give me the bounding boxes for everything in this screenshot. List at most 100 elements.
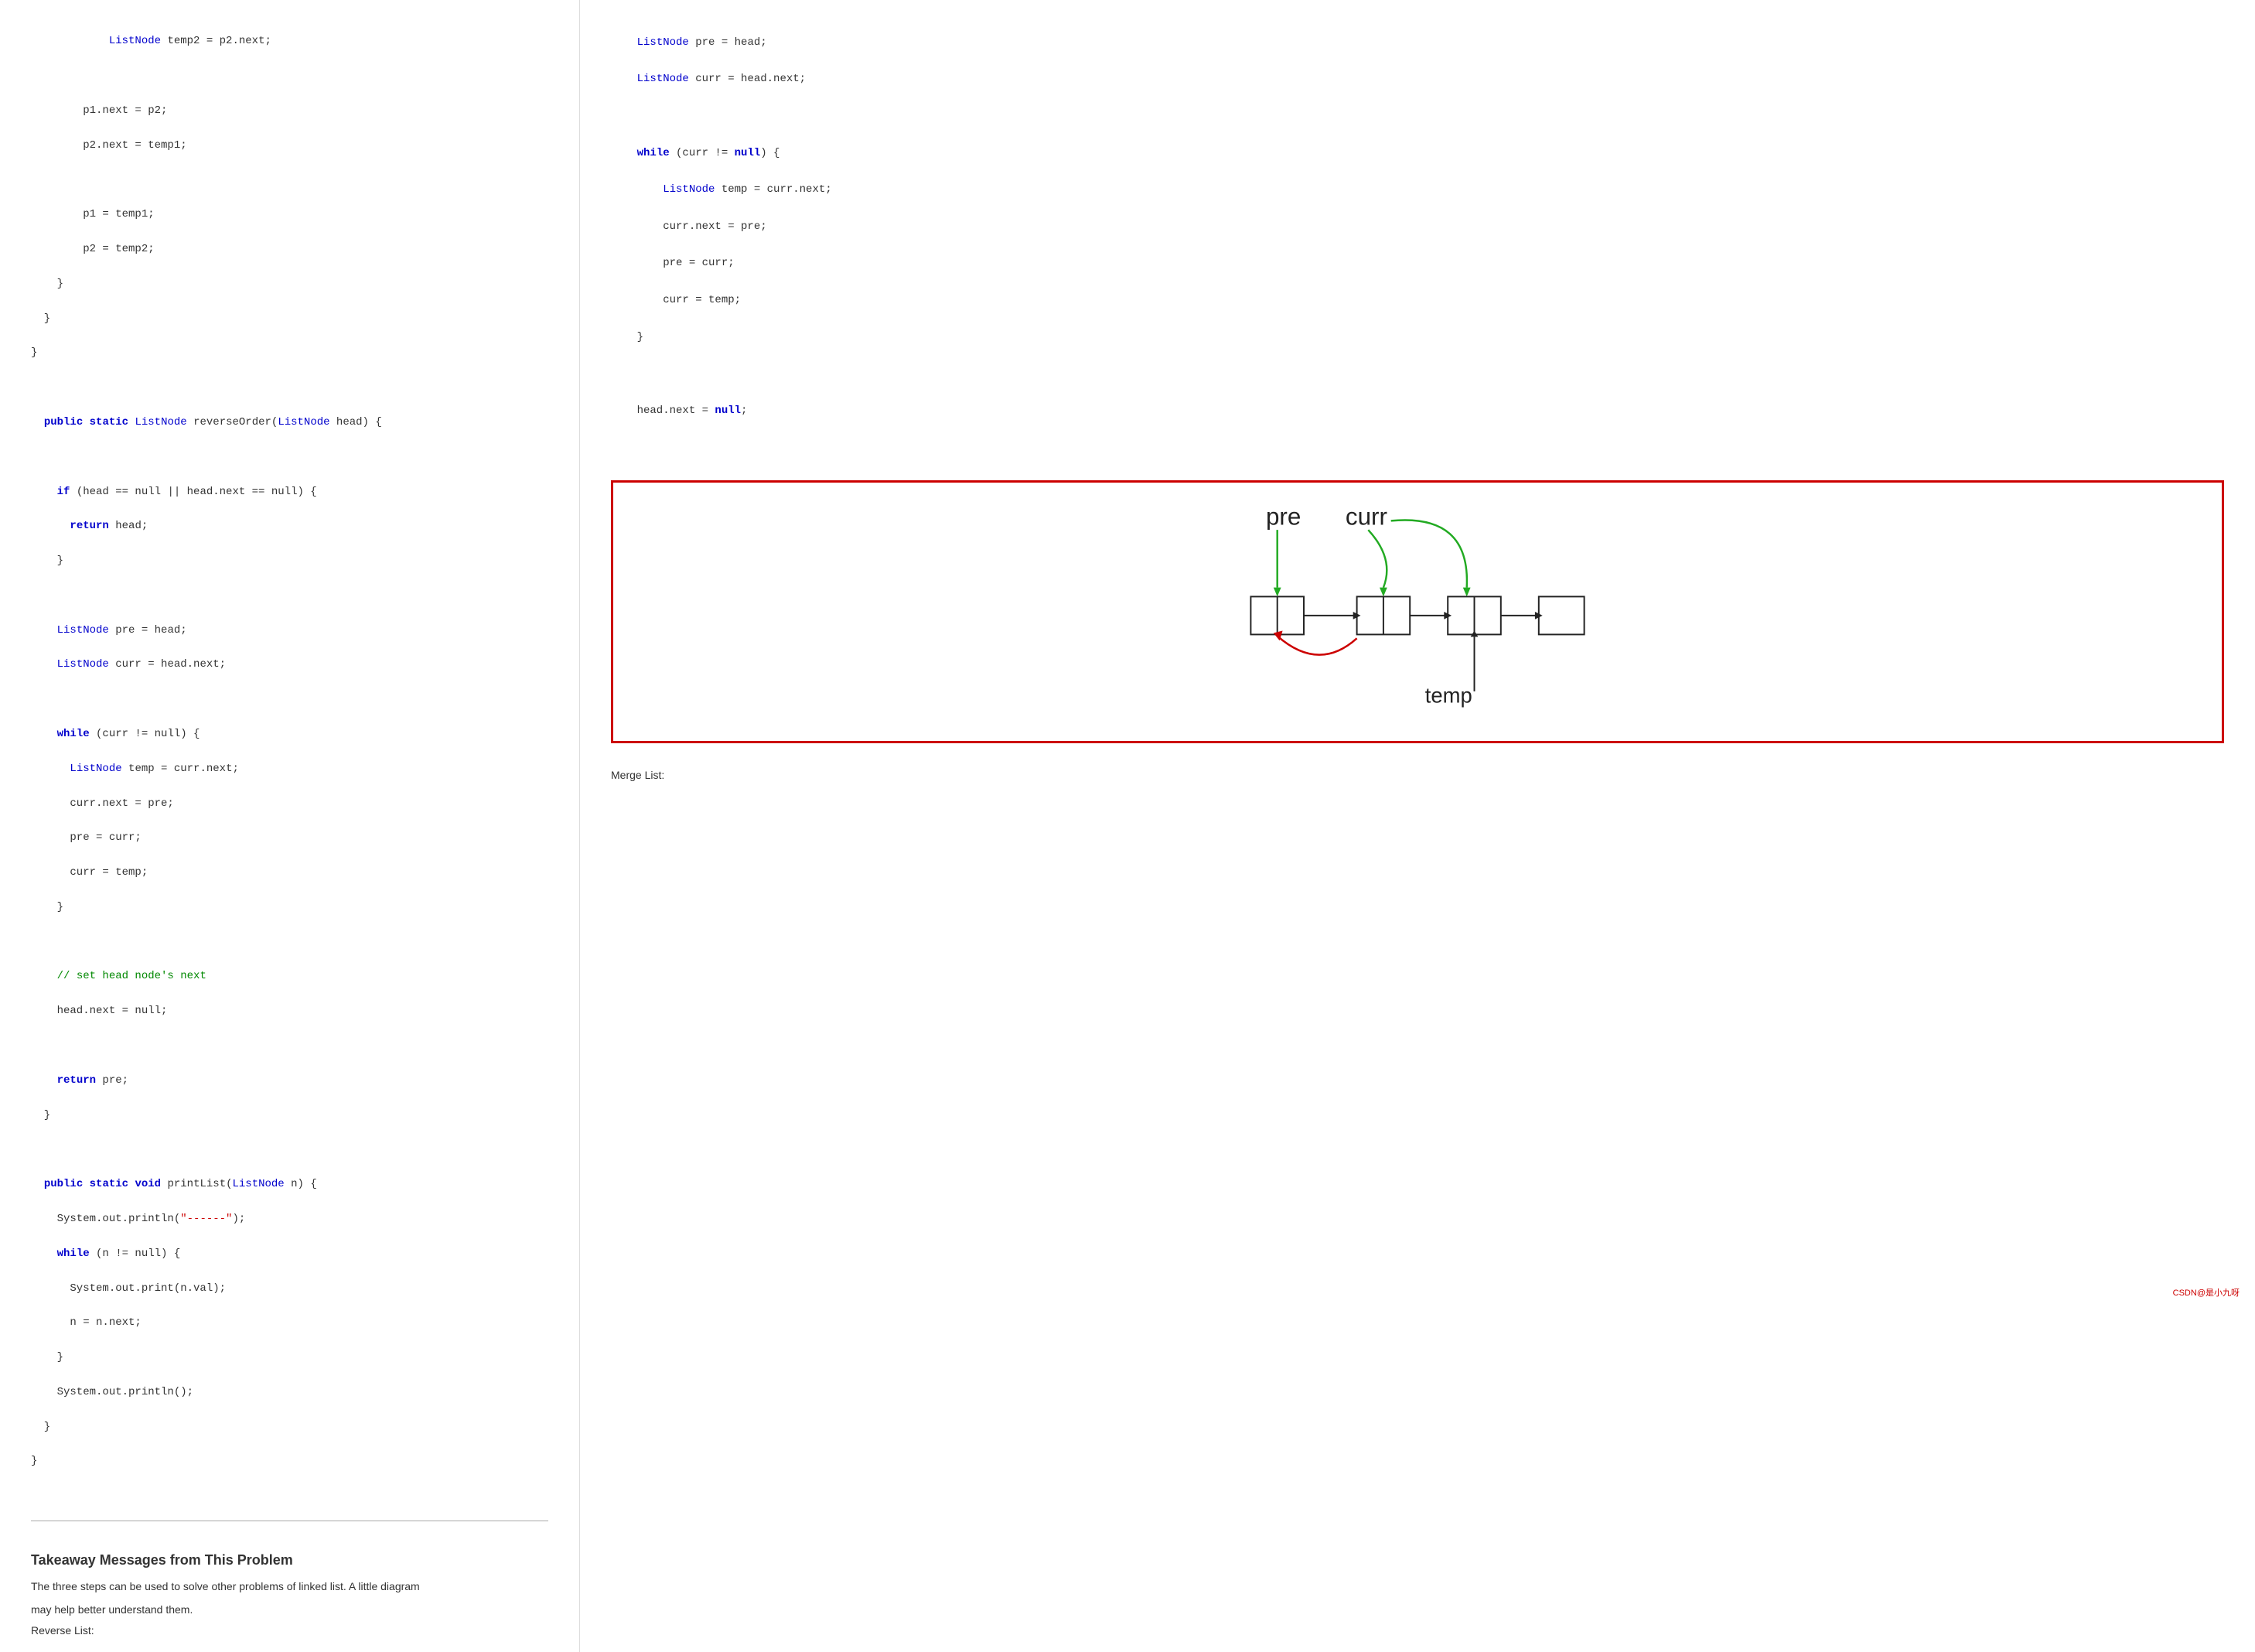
watermark: CSDN@是小九呀 — [2173, 1286, 2240, 1299]
code-line: curr = temp; — [611, 292, 2224, 310]
code-line — [31, 934, 548, 951]
code-line: } — [31, 1107, 548, 1124]
temp-label: temp — [1425, 684, 1472, 708]
code-line: p2.next = temp1; — [31, 137, 548, 154]
code-line: } — [611, 329, 2224, 347]
code-line: pre = curr; — [611, 254, 2224, 273]
code-line — [31, 587, 548, 604]
keyword: return — [70, 520, 108, 532]
code-line: ListNode temp = curr.next; — [611, 181, 2224, 200]
code-line: } — [31, 1349, 548, 1366]
code-line: } — [31, 275, 548, 292]
code-line — [611, 365, 2224, 384]
code-line: } — [31, 552, 548, 569]
keyword: return — [57, 1074, 96, 1087]
code-line: n = n.next; — [31, 1314, 548, 1331]
node4-rect — [1539, 597, 1585, 635]
type-keyword: ListNode — [663, 183, 715, 196]
code-line: while (n != null) { — [31, 1245, 548, 1262]
keyword: public — [44, 1178, 83, 1190]
keyword-while: while — [637, 147, 670, 159]
code-line: ListNode pre = head; — [31, 622, 548, 639]
merge-list-label: Merge List: — [611, 769, 664, 781]
code-line: pre = curr; — [31, 829, 548, 846]
green-curve-2 — [1391, 521, 1467, 588]
type-keyword: ListNode — [278, 416, 329, 428]
curr-arrow-head — [1380, 588, 1387, 597]
code-line: curr.next = pre; — [611, 218, 2224, 237]
section-text-2: may help better understand them. — [31, 1601, 548, 1618]
pre-label: pre — [1266, 503, 1301, 530]
null-keyword: null — [715, 404, 741, 417]
code-line: p1 = temp1; — [31, 206, 548, 223]
type-keyword: ListNode — [637, 36, 689, 49]
code-line: while (curr != null) { — [611, 145, 2224, 163]
code-line: p2 = temp2; — [31, 241, 548, 258]
code-line: // set head node's next — [31, 968, 548, 985]
right-code-block: ListNode pre = head; ListNode curr = hea… — [580, 0, 2255, 473]
code-line: public static ListNode reverseOrder(List… — [31, 414, 548, 431]
pre-arrow-head — [1274, 588, 1281, 597]
code-line: curr = temp; — [31, 864, 548, 881]
keyword: static — [90, 416, 128, 428]
keyword: void — [135, 1178, 161, 1190]
subsection-label: Reverse List: — [31, 1624, 548, 1637]
code-line: } — [31, 1418, 548, 1435]
code-line: } — [31, 344, 548, 361]
code-line: head.next = null; — [611, 402, 2224, 421]
code-line: p1.next = p2; — [31, 102, 548, 119]
section-text: The three steps can be used to solve oth… — [31, 1578, 548, 1595]
code-line — [31, 1141, 548, 1158]
type-keyword: ListNode — [109, 35, 161, 47]
type-keyword: ListNode — [135, 416, 186, 428]
keyword: if — [57, 486, 70, 498]
keyword: static — [90, 1178, 128, 1190]
code-line: } — [31, 899, 548, 916]
code-line: return head; — [31, 517, 548, 534]
comment: // set head node's next — [57, 970, 206, 982]
keyword-while: while — [57, 1248, 90, 1260]
code-line — [31, 1037, 548, 1054]
green-curve-2-head — [1463, 588, 1471, 597]
code-line: ListNode temp2 = p2.next; — [31, 32, 548, 49]
code-line: ListNode temp = curr.next; — [31, 760, 548, 777]
code-line: ListNode curr = head.next; — [31, 656, 548, 673]
code-line — [31, 449, 548, 466]
code-line — [31, 691, 548, 708]
type-keyword: ListNode — [233, 1178, 285, 1190]
code-line: System.out.println("------"); — [31, 1210, 548, 1227]
code-line: ListNode pre = head; — [611, 34, 2224, 53]
code-line — [31, 67, 548, 84]
code-line: curr.next = pre; — [31, 795, 548, 812]
code-line: while (curr != null) { — [31, 725, 548, 742]
type-keyword: ListNode — [57, 624, 109, 637]
left-code-block: ListNode temp2 = p2.next; p1.next = p2; … — [31, 15, 548, 1505]
code-line: System.out.print(n.val); — [31, 1280, 548, 1297]
code-line: head.next = null; — [31, 1002, 548, 1019]
code-line — [31, 379, 548, 396]
code-line: ListNode curr = head.next; — [611, 70, 2224, 89]
keyword-while: while — [57, 728, 90, 740]
curr-arrow-path — [1368, 530, 1387, 587]
code-line — [31, 172, 548, 189]
diagram-box: pre curr — [611, 480, 2224, 743]
right-panel: ListNode pre = head; ListNode curr = hea… — [580, 0, 2255, 1652]
bottom-section: Merge List: — [580, 751, 2255, 799]
left-panel: ListNode temp2 = p2.next; p1.next = p2; … — [0, 0, 580, 1652]
type-keyword: ListNode — [57, 658, 109, 671]
code-line: return pre; — [31, 1072, 548, 1089]
curr-label: curr — [1346, 503, 1387, 530]
type-keyword: ListNode — [70, 763, 121, 775]
code-line: } — [31, 310, 548, 327]
red-arrow — [1278, 636, 1357, 654]
code-line: } — [31, 1452, 548, 1469]
code-line: public static void printList(ListNode n)… — [31, 1176, 548, 1193]
null-keyword: null — [735, 147, 761, 159]
keyword: public — [44, 416, 83, 428]
string-literal: "------" — [180, 1213, 232, 1225]
code-line: System.out.println(); — [31, 1384, 548, 1401]
diagram-svg: pre curr — [629, 498, 2206, 725]
code-line — [611, 108, 2224, 126]
code-line: if (head == null || head.next == null) { — [31, 483, 548, 500]
section-title: Takeaway Messages from This Problem — [31, 1552, 548, 1568]
